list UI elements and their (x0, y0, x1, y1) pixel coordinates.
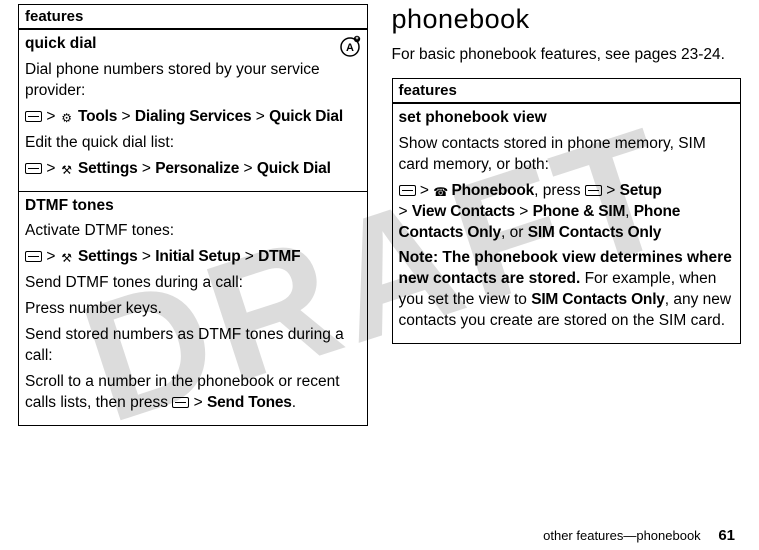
path-settings2: Settings (78, 248, 138, 265)
page-content: features A quick dial Dial phone numbers… (0, 0, 759, 550)
gt: > (245, 248, 254, 265)
dtmf-path: > ⚒ Settings > Initial Setup > DTMF (25, 247, 361, 268)
table-header: features (19, 5, 367, 30)
menu-key-icon (172, 397, 189, 408)
path-phonesim: Phone & SIM (533, 203, 626, 220)
set-view-note: Note: The phonebook view determines wher… (399, 248, 735, 332)
gt: > (122, 108, 131, 125)
path-viewcontacts: View Contacts (412, 203, 515, 220)
gt: > (46, 108, 55, 125)
sep1: , (625, 203, 634, 220)
path-sco: SIM Contacts Only (528, 224, 662, 241)
phonebook-icon: ☎ (433, 184, 447, 200)
menu-key-icon (585, 185, 602, 196)
right-column: phonebook For basic phonebook features, … (380, 4, 742, 542)
set-view-desc: Show contacts stored in phone memory, SI… (399, 134, 735, 176)
gt: > (194, 394, 203, 411)
path-personalize: Personalize (155, 160, 239, 177)
menu-key-icon (25, 251, 42, 262)
set-view-cell: set phonebook view Show contacts stored … (393, 104, 741, 343)
dtmf-stored: Send stored numbers as DTMF tones during… (25, 325, 361, 367)
gt: > (46, 248, 55, 265)
dtmf-activate: Activate DTMF tones: (25, 221, 361, 242)
gt: > (606, 182, 615, 199)
quick-dial-desc: Dial phone numbers stored by your servic… (25, 60, 361, 102)
menu-key-icon (25, 163, 42, 174)
sep2: , or (501, 224, 528, 241)
send-tones: Send Tones (207, 394, 292, 411)
settings-icon: ⚒ (60, 250, 74, 266)
phonebook-intro: For basic phonebook features, see pages … (392, 45, 742, 66)
menu-key-icon (399, 185, 416, 196)
quick-dial-cell: A quick dial Dial phone numbers stored b… (19, 30, 367, 191)
path-quick2: Quick Dial (257, 160, 331, 177)
quick-dial-heading: quick dial (25, 34, 361, 55)
features-table-right: features set phonebook view Show contact… (392, 78, 742, 344)
dot: . (292, 394, 296, 411)
settings-icon: ⚒ (60, 162, 74, 178)
dtmf-scroll: Scroll to a number in the phonebook or r… (25, 372, 361, 414)
set-view-path: > ☎ Phonebook, press > Setup > View Cont… (399, 181, 735, 244)
gt: > (46, 160, 55, 177)
quick-dial-edit: Edit the quick dial list: (25, 133, 361, 154)
dtmf-press: Press number keys. (25, 299, 361, 320)
path-settings: Settings (78, 160, 138, 177)
dtmf-cell: DTMF tones Activate DTMF tones: > ⚒ Sett… (19, 191, 367, 425)
path-quick: Quick Dial (269, 108, 343, 125)
menu-key-icon (25, 111, 42, 122)
path-tools: Tools (78, 108, 117, 125)
gt: > (256, 108, 265, 125)
table-header-right: features (393, 79, 741, 104)
quick-dial-path1: > ⚙ Tools > Dialing Services > Quick Dia… (25, 107, 361, 128)
dtmf-heading: DTMF tones (25, 196, 361, 217)
dtmf-send: Send DTMF tones during a call: (25, 273, 361, 294)
gt: > (399, 203, 408, 220)
path-dialing: Dialing Services (135, 108, 252, 125)
path-setup: Setup (620, 182, 662, 199)
gt: > (142, 160, 151, 177)
gt: > (420, 182, 429, 199)
path-initial: Initial Setup (155, 248, 240, 265)
path-phonebook: Phonebook (452, 182, 535, 199)
accessibility-badge-icon: A (337, 34, 361, 65)
features-table-left: features A quick dial Dial phone numbers… (18, 4, 368, 426)
tools-icon: ⚙ (60, 110, 74, 126)
svg-text:A: A (346, 42, 354, 54)
set-view-heading: set phonebook view (399, 108, 735, 129)
note-sco: SIM Contacts Only (531, 291, 665, 308)
gt: > (244, 160, 253, 177)
gt: > (142, 248, 151, 265)
gt: > (519, 203, 528, 220)
press-text: , press (534, 182, 585, 199)
left-column: features A quick dial Dial phone numbers… (18, 4, 380, 542)
quick-dial-path2: > ⚒ Settings > Personalize > Quick Dial (25, 159, 361, 180)
path-dtmf: DTMF (258, 248, 300, 265)
phonebook-title: phonebook (392, 4, 742, 35)
